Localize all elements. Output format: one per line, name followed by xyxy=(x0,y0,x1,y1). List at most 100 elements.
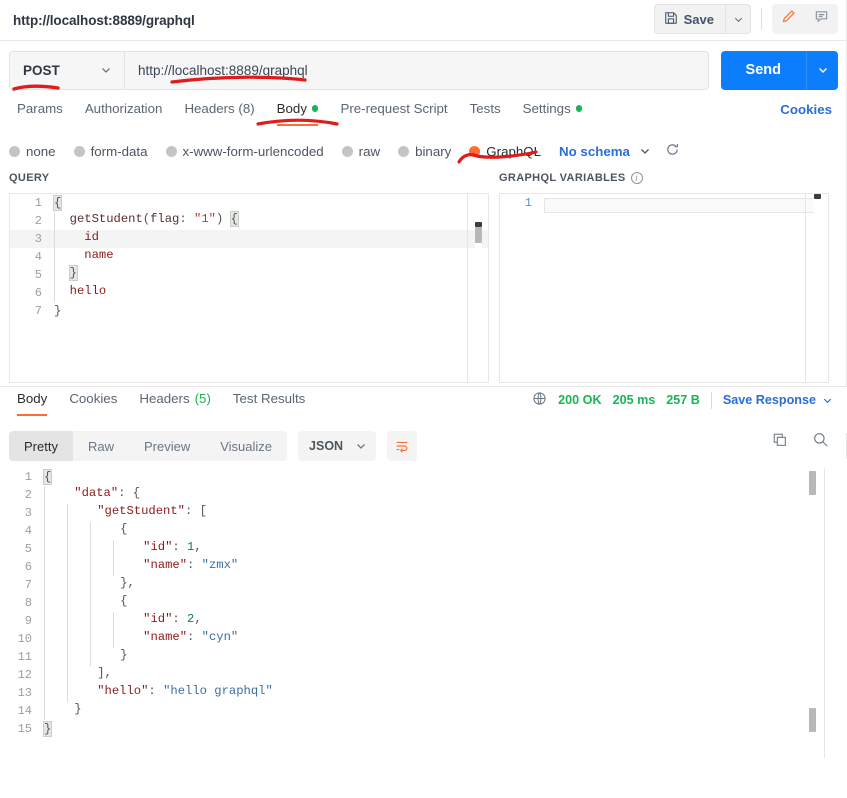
radio-icon-selected xyxy=(469,146,480,157)
tab-label: Authorization xyxy=(85,101,163,116)
view-visualize[interactable]: Visualize xyxy=(205,431,287,461)
line-number: 3 xyxy=(10,232,54,246)
cookies-link[interactable]: Cookies xyxy=(780,102,832,117)
code-line: 4 { xyxy=(0,522,847,540)
tab-headers[interactable]: Headers (8) xyxy=(173,99,265,126)
code-text: "getStudent": [ xyxy=(44,504,207,522)
code-line: 7 }, xyxy=(0,576,847,594)
chevron-down-icon xyxy=(822,395,833,406)
tab-label: Tests xyxy=(470,101,501,116)
response-scrollbar[interactable] xyxy=(809,468,816,758)
url-input[interactable]: http://localhost:8889/graphql xyxy=(124,51,709,90)
tab-body[interactable]: Body xyxy=(266,99,330,126)
scrollbar-thumb[interactable] xyxy=(809,708,816,732)
tab-label: Headers (8) xyxy=(184,101,254,116)
code-text: }, xyxy=(44,576,135,594)
tab-params[interactable]: Params xyxy=(6,99,74,126)
code-text: { xyxy=(44,470,51,484)
body-type-label: none xyxy=(26,144,56,159)
tab-label: Body xyxy=(17,391,47,406)
edit-request-button[interactable] xyxy=(772,4,805,34)
request-top-bar: http://localhost:8889/graphql Save xyxy=(0,0,847,41)
tab-tests[interactable]: Tests xyxy=(459,99,512,126)
code-line: 13 "hello": "hello graphql" xyxy=(0,684,847,702)
query-scrollbar[interactable] xyxy=(475,194,482,382)
schema-label: No schema xyxy=(559,144,630,159)
body-type-x-www-form-urlencoded[interactable]: x-www-form-urlencoded xyxy=(166,144,324,159)
body-type-graphql[interactable]: GraphQL xyxy=(469,144,541,159)
response-time: 205 ms xyxy=(613,393,656,407)
save-response-button[interactable]: Save Response xyxy=(723,393,833,407)
tab-authorization[interactable]: Authorization xyxy=(74,99,174,126)
response-tab-test-results[interactable]: Test Results xyxy=(222,389,316,416)
chevron-down-icon xyxy=(355,440,367,452)
response-tab-cookies[interactable]: Cookies xyxy=(58,389,128,416)
code-text: "hello": "hello graphql" xyxy=(44,684,273,702)
view-pretty[interactable]: Pretty xyxy=(9,431,73,461)
code-text: { xyxy=(44,594,128,612)
scrollbar-thumb[interactable] xyxy=(475,227,482,243)
body-type-label: binary xyxy=(415,144,451,159)
tab-label: Params xyxy=(17,101,63,116)
body-type-binary[interactable]: binary xyxy=(398,144,451,159)
url-input-value: http://localhost:8889/graphql xyxy=(138,63,308,78)
search-icon[interactable] xyxy=(812,431,829,453)
body-type-none[interactable]: none xyxy=(9,144,56,159)
send-button[interactable]: Send xyxy=(721,51,806,90)
code-line: 5 "id": 1, xyxy=(0,540,847,558)
code-text: } xyxy=(44,722,51,736)
response-tab-body[interactable]: Body xyxy=(6,389,58,416)
comments-button[interactable] xyxy=(805,4,838,34)
response-tab-headers[interactable]: Headers (5) xyxy=(128,389,222,416)
refresh-schema-button[interactable] xyxy=(665,142,680,161)
graphql-panes: QUERY 1 { 2 getStudent(flag: "1") { 3 id… xyxy=(0,172,847,386)
refresh-icon xyxy=(665,142,680,157)
code-text: hello xyxy=(54,284,106,302)
schema-dropdown[interactable]: No schema xyxy=(559,144,651,159)
code-line: 6 "name": "zmx" xyxy=(0,558,847,576)
response-view-toolbar: Pretty Raw Preview Visualize JSON xyxy=(0,425,847,467)
tab-label: Cookies xyxy=(69,391,117,406)
copy-icon[interactable] xyxy=(772,432,788,453)
info-icon[interactable]: i xyxy=(631,172,643,184)
variables-editor[interactable]: 1 xyxy=(499,193,829,383)
view-raw[interactable]: Raw xyxy=(73,431,129,461)
word-wrap-button[interactable] xyxy=(387,431,417,461)
save-options-button[interactable] xyxy=(725,4,751,34)
body-type-form-data[interactable]: form-data xyxy=(74,144,148,159)
send-options-button[interactable] xyxy=(806,51,838,90)
scrollbar-thumb[interactable] xyxy=(814,194,821,199)
code-line: 8 { xyxy=(0,594,847,612)
line-number: 8 xyxy=(0,596,44,610)
line-number: 2 xyxy=(0,488,44,502)
code-line: 4 name xyxy=(10,248,488,266)
body-type-selector: none form-data x-www-form-urlencoded raw… xyxy=(0,136,847,166)
code-line: 6 hello xyxy=(10,284,488,302)
body-type-label: x-www-form-urlencoded xyxy=(183,144,324,159)
save-button[interactable]: Save xyxy=(654,4,725,34)
radio-icon xyxy=(166,146,177,157)
code-text: "data": { xyxy=(44,486,140,504)
variables-pane: GRAPHQL VARIABLES i 1 xyxy=(499,172,829,383)
body-type-raw[interactable]: raw xyxy=(342,144,380,159)
tab-label: Body xyxy=(277,101,307,116)
line-number: 14 xyxy=(0,704,44,718)
query-editor[interactable]: 1 { 2 getStudent(flag: "1") { 3 id 4 nam… xyxy=(9,193,489,383)
variables-input-field[interactable] xyxy=(544,198,816,213)
tab-settings[interactable]: Settings xyxy=(512,99,594,126)
status-divider xyxy=(711,392,712,409)
code-text: getStudent(flag: "1") { xyxy=(54,212,238,230)
response-format-dropdown[interactable]: JSON xyxy=(298,431,376,461)
tab-label: Test Results xyxy=(233,391,305,406)
code-text: "name": "cyn" xyxy=(44,630,238,648)
comment-icon xyxy=(814,9,829,29)
variables-scrollbar[interactable] xyxy=(814,194,821,382)
response-body-viewer[interactable]: 1 { 2 "data": { 3 "getStudent": [ 4 { 5 … xyxy=(0,468,847,798)
code-line: 2 "data": { xyxy=(0,486,847,504)
code-line: 3 id xyxy=(10,230,488,248)
http-method-dropdown[interactable]: POST xyxy=(9,51,124,90)
save-button-label: Save xyxy=(684,12,714,27)
tab-pre-request-script[interactable]: Pre-request Script xyxy=(329,99,458,126)
view-preview[interactable]: Preview xyxy=(129,431,205,461)
scrollbar-thumb[interactable] xyxy=(809,471,816,495)
